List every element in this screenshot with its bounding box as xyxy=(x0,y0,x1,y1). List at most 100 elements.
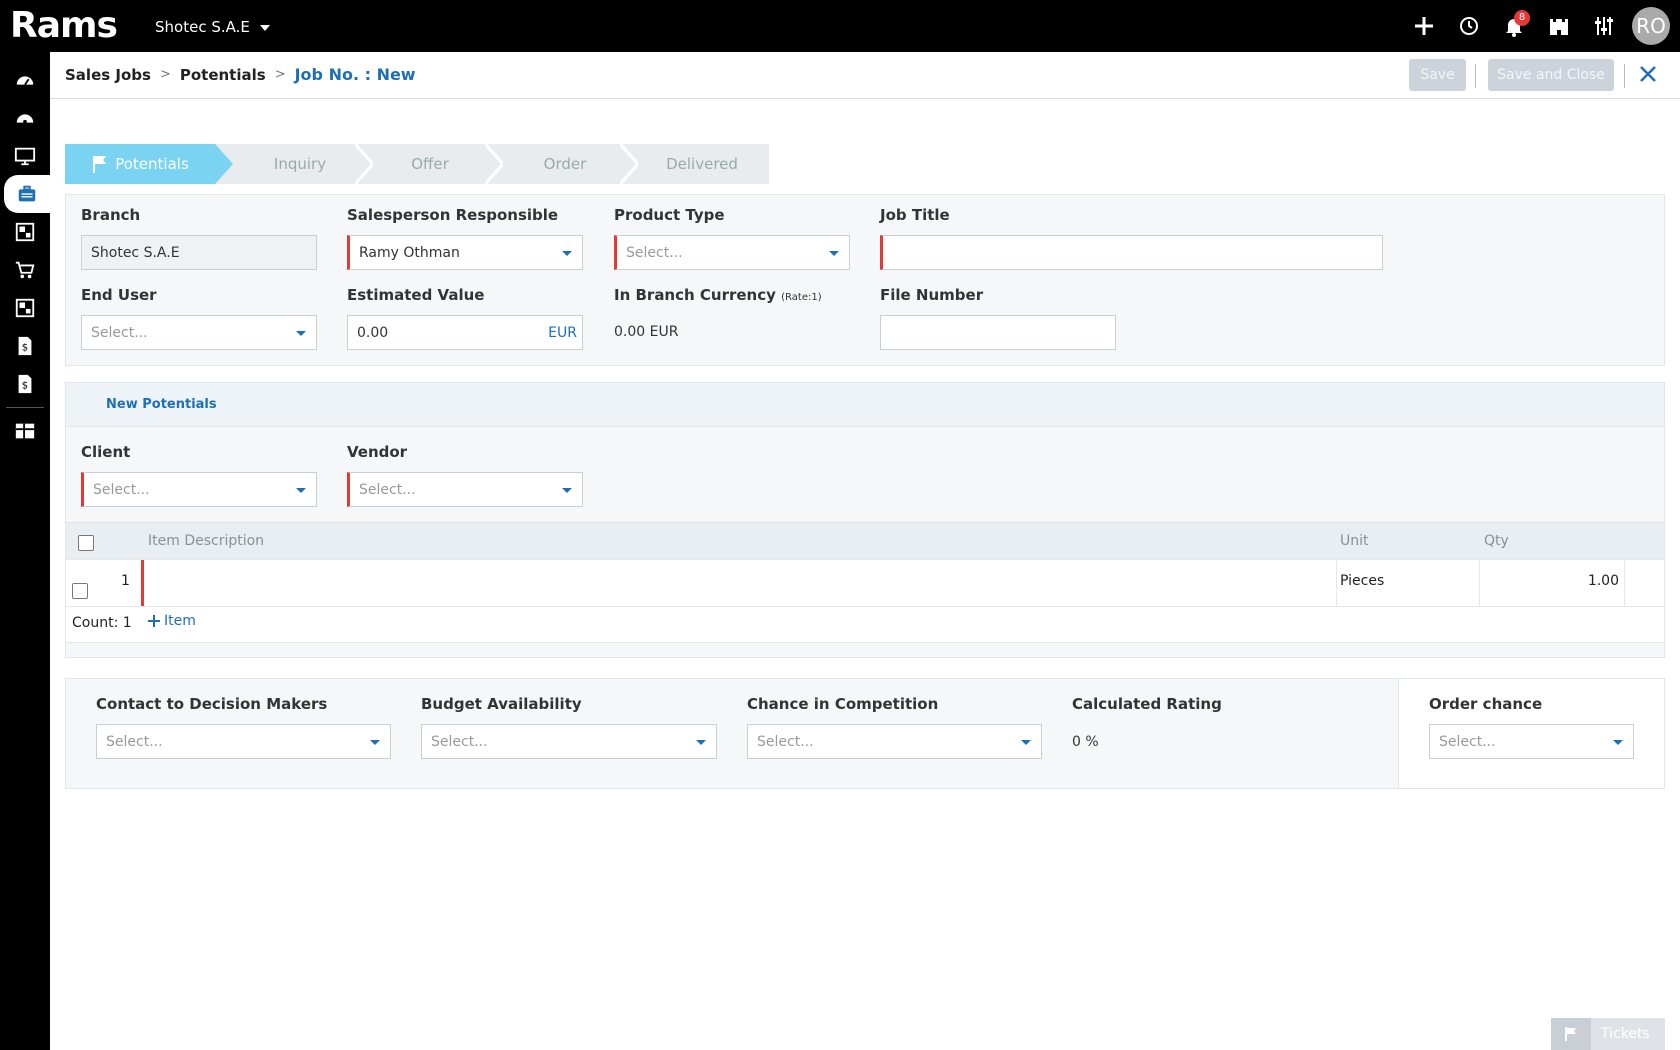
end-user-label: End User xyxy=(81,286,157,304)
item-description-input[interactable] xyxy=(141,560,1337,606)
sliders-icon[interactable] xyxy=(1581,0,1626,52)
speedometer-icon[interactable] xyxy=(0,99,50,137)
bell-icon[interactable]: 8 xyxy=(1491,0,1536,52)
step-label: Order xyxy=(543,155,587,173)
branch-currency-title: In Branch Currency xyxy=(614,286,776,304)
branch-label: Branch xyxy=(81,206,141,224)
chance-placeholder: Select... xyxy=(757,733,814,750)
vendor-select[interactable]: Select... xyxy=(347,472,583,507)
dashboard-icon[interactable] xyxy=(0,61,50,99)
tickets-button[interactable]: Tickets xyxy=(1551,1018,1665,1050)
step-label: Delivered xyxy=(666,155,738,173)
top-bar: Rams Shotec S.A.E 8 RO xyxy=(0,0,1680,52)
caret-down-icon xyxy=(259,24,270,31)
currency-label: EUR xyxy=(548,325,577,341)
dollar-doc-icon[interactable]: $ xyxy=(0,365,50,403)
step-delivered[interactable]: Delivered xyxy=(635,144,769,184)
row-unit[interactable]: Pieces xyxy=(1340,573,1384,589)
order-chance-label: Order chance xyxy=(1429,695,1543,713)
save-button[interactable]: Save xyxy=(1409,59,1466,91)
file-number-label: File Number xyxy=(880,286,984,304)
svg-text:$: $ xyxy=(22,381,28,392)
order-chance-select[interactable]: Select... xyxy=(1429,724,1634,759)
tickets-label: Tickets xyxy=(1601,1026,1650,1042)
budget-placeholder: Select... xyxy=(431,733,488,750)
estimated-value-input[interactable]: 0.00 EUR xyxy=(347,315,583,350)
vendor-placeholder: Select... xyxy=(359,481,416,498)
step-label: Inquiry xyxy=(273,155,327,173)
breadcrumb-potentials[interactable]: Potentials xyxy=(180,66,266,84)
table-icon[interactable] xyxy=(0,412,50,450)
caret-down-icon xyxy=(1021,740,1031,745)
product-type-select[interactable]: Select... xyxy=(614,235,850,270)
add-item-button[interactable]: Item xyxy=(147,613,196,629)
monitor-icon[interactable] xyxy=(0,137,50,175)
castle-icon[interactable] xyxy=(1536,0,1581,52)
breadcrumb: Sales Jobs > Potentials > Job No. : New xyxy=(65,65,416,84)
order-chance-placeholder: Select... xyxy=(1439,733,1496,750)
caret-down-icon xyxy=(562,251,572,256)
step-offer[interactable]: Offer xyxy=(370,144,490,184)
items-table-header: Item Description Unit Qty xyxy=(66,522,1664,559)
calculated-rating-value: 0 % xyxy=(1072,734,1099,750)
end-user-select[interactable]: Select... xyxy=(81,315,317,350)
step-label: Potentials xyxy=(115,155,189,173)
briefcase-icon[interactable] xyxy=(4,175,50,213)
company-switcher[interactable]: Shotec S.A.E xyxy=(155,18,270,36)
client-select[interactable]: Select... xyxy=(81,472,317,507)
svg-text:$: $ xyxy=(22,343,28,354)
modules-icon[interactable] xyxy=(0,289,50,327)
add-icon[interactable] xyxy=(1401,0,1446,52)
step-order[interactable]: Order xyxy=(500,144,630,184)
file-number-input[interactable] xyxy=(880,315,1116,350)
tab-new-potentials[interactable]: New Potentials xyxy=(106,397,217,412)
caret-down-icon xyxy=(296,331,306,336)
salesperson-select[interactable]: Ramy Othman xyxy=(347,235,583,270)
user-avatar[interactable]: RO xyxy=(1632,7,1670,45)
row-checkbox[interactable] xyxy=(72,583,88,599)
contact-select[interactable]: Select... xyxy=(96,724,391,759)
caret-down-icon xyxy=(1613,740,1623,745)
step-potentials[interactable]: Potentials xyxy=(65,144,215,184)
job-title-input[interactable] xyxy=(880,235,1383,270)
branch-value: Shotec S.A.E xyxy=(91,244,180,261)
product-type-placeholder: Select... xyxy=(626,244,683,261)
modules-icon[interactable] xyxy=(0,213,50,251)
job-title-label: Job Title xyxy=(880,206,950,224)
salesperson-label: Salesperson Responsible xyxy=(347,206,559,224)
caret-down-icon xyxy=(829,251,839,256)
flag-icon xyxy=(93,156,107,173)
caret-down-icon xyxy=(296,488,306,493)
header-divider xyxy=(1624,64,1625,88)
row-number: 1 xyxy=(121,573,130,589)
row-qty[interactable]: 1.00 xyxy=(1479,573,1619,589)
step-inquiry[interactable]: Inquiry xyxy=(235,144,365,184)
budget-select[interactable]: Select... xyxy=(421,724,717,759)
plus-icon xyxy=(148,615,160,627)
chevron-right-icon: > xyxy=(274,67,286,82)
save-and-close-button[interactable]: Save and Close xyxy=(1488,59,1614,91)
chance-select[interactable]: Select... xyxy=(747,724,1042,759)
client-label: Client xyxy=(81,443,131,461)
potentials-tab-bar: New Potentials xyxy=(65,382,1665,427)
job-stage-progress: Potentials Inquiry Offer Order Delivered xyxy=(65,144,769,184)
branch-field: Shotec S.A.E xyxy=(81,235,317,270)
close-icon[interactable] xyxy=(1636,62,1660,86)
caret-down-icon xyxy=(562,488,572,493)
dollar-doc-icon[interactable]: $ xyxy=(0,327,50,365)
select-all-checkbox[interactable] xyxy=(78,535,94,551)
rate-label: (Rate:1) xyxy=(781,292,822,303)
history-icon[interactable] xyxy=(1446,0,1491,52)
breadcrumb-sales-jobs[interactable]: Sales Jobs xyxy=(65,66,151,84)
notification-badge: 8 xyxy=(1514,10,1530,26)
add-item-label: Item xyxy=(164,613,196,629)
calculated-rating-label: Calculated Rating xyxy=(1072,695,1222,713)
cell-divider xyxy=(1624,560,1625,606)
sidebar-divider xyxy=(6,407,44,408)
header-divider xyxy=(1475,64,1476,88)
app-logo[interactable]: Rams xyxy=(10,6,118,46)
cart-icon[interactable] xyxy=(0,251,50,289)
step-label: Offer xyxy=(411,155,449,173)
client-placeholder: Select... xyxy=(93,481,150,498)
row-count: Count: 1 xyxy=(72,615,132,631)
